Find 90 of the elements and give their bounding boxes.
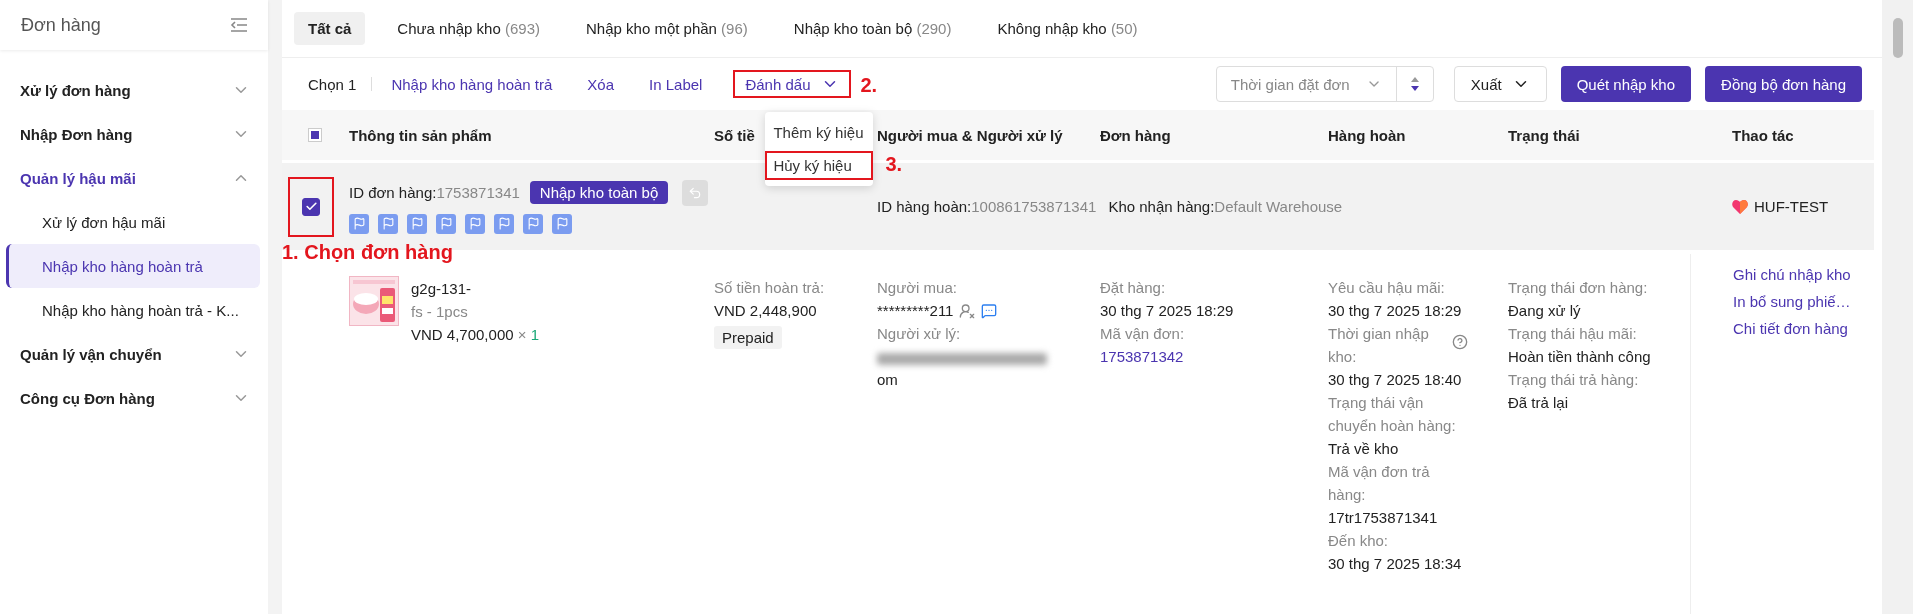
- order-id: ID đơn hàng:1753871341: [349, 184, 520, 201]
- field-value: Hoàn tiền thành công: [1508, 347, 1652, 367]
- tab[interactable]: Không nhập kho (50): [983, 12, 1152, 45]
- sort-icon[interactable]: [1410, 77, 1419, 91]
- help-icon[interactable]: [1452, 334, 1468, 350]
- toolbar-link[interactable]: Nhập kho hàng hoàn trả: [387, 72, 557, 96]
- field-value: om: [877, 370, 899, 390]
- user-blocked-icon[interactable]: [959, 302, 976, 319]
- annotation-label: 3.: [885, 153, 903, 176]
- flag-icon[interactable]: [407, 213, 427, 234]
- check-icon: [304, 200, 318, 213]
- field-label: Yêu cầu hậu mãi:: [1328, 278, 1446, 298]
- field-label: Trạng thái hậu mãi:: [1508, 324, 1638, 344]
- flag-icon[interactable]: [378, 213, 398, 234]
- field-value: Đã trả lại: [1508, 393, 1570, 413]
- field-value: VND 2,448,900: [714, 301, 818, 321]
- warehouse: Kho nhận hàng:Default Warehouse: [1108, 198, 1343, 215]
- field-value: 17tr1753871341: [1328, 508, 1439, 528]
- flag-icon[interactable]: [523, 213, 543, 234]
- action-link[interactable]: Chi tiết đơn hàng: [1733, 320, 1874, 337]
- flag-icon[interactable]: [465, 213, 485, 234]
- field-label: Trạng thái đơn hàng:: [1508, 278, 1649, 298]
- sidebar-title: Đơn hàng: [21, 14, 101, 36]
- tracking-link[interactable]: 1753871342: [1100, 345, 1328, 368]
- product-price: VND 4,700,000 × 1: [411, 326, 540, 343]
- field-label: Đặt hàng:: [1100, 278, 1167, 298]
- mark-dropdown[interactable]: Đánh dấu: [733, 70, 851, 98]
- menu-item[interactable]: Xử lý đơn hàng: [6, 68, 268, 112]
- flag-icon[interactable]: [494, 213, 514, 234]
- field-label: Trạng thái trả hàng:: [1508, 370, 1640, 390]
- field-value: Trả về kho: [1328, 439, 1400, 459]
- column-header: Thông tin sản phẩm: [349, 126, 492, 144]
- product-variant: fs - 1pcs: [411, 303, 469, 320]
- field-label: Mã vận đơn trả hàng:: [1328, 462, 1431, 505]
- field-value: 30 thg 7 2025 18:29: [1100, 301, 1235, 321]
- column-header: Thao tác: [1731, 126, 1794, 144]
- menu-item[interactable]: Quản lý hậu mãi: [6, 156, 268, 200]
- field-label: Số tiền hoàn trả:: [714, 278, 826, 298]
- column-header: Hàng hoàn: [1328, 126, 1406, 144]
- action-button[interactable]: Đồng bộ đơn hàng: [1705, 66, 1862, 102]
- tab[interactable]: Chưa nhập kho (693): [383, 12, 554, 45]
- menu-option[interactable]: Thêm ký hiệu: [765, 118, 874, 147]
- field-value: *********211: [877, 301, 954, 321]
- heart-icon: [1732, 199, 1748, 214]
- submenu-item[interactable]: Xử lý đơn hậu mãi: [6, 200, 260, 244]
- tab[interactable]: Nhập kho một phần (96): [572, 12, 762, 45]
- field-label: Mã vận đơn:: [1100, 324, 1186, 344]
- submenu-item[interactable]: Nhập kho hàng hoàn trả: [6, 244, 260, 288]
- chat-icon[interactable]: [981, 302, 998, 319]
- menu-item[interactable]: Nhập Đơn hàng: [6, 112, 268, 156]
- field-value: 30 thg 7 2025 18:40: [1328, 370, 1463, 390]
- action-button[interactable]: Quét nhập kho: [1560, 66, 1692, 102]
- column-header: Trạng thái: [1508, 126, 1580, 144]
- annotation-label: 2.: [860, 74, 878, 97]
- menu-item[interactable]: Công cụ Đơn hàng: [6, 376, 268, 420]
- tab[interactable]: Nhập kho toàn bộ (290): [779, 12, 966, 45]
- field-label: Đến kho:: [1328, 531, 1390, 551]
- action-link[interactable]: Ghi chú nhập kho: [1733, 266, 1874, 283]
- tab[interactable]: Tất cả: [294, 12, 366, 45]
- field-value: 30 thg 7 2025 18:29: [1328, 301, 1463, 321]
- toolbar-link[interactable]: Xóa: [583, 72, 619, 96]
- action-link[interactable]: In bổ sung phiế…: [1733, 293, 1874, 310]
- flag-icon[interactable]: [349, 213, 369, 234]
- status-badge: Nhập kho toàn bộ: [529, 181, 669, 204]
- field-label: Thời gian nhập kho:: [1328, 324, 1430, 367]
- menu-item[interactable]: Quản lý vận chuyển: [6, 332, 268, 376]
- field-label: Người xử lý:: [877, 324, 962, 344]
- return-id: ID hàng hoàn:100861753871341: [877, 198, 1097, 215]
- select-all-checkbox[interactable]: [308, 128, 322, 142]
- field-value: Đang xử lý: [1508, 301, 1582, 321]
- field-value: 30 thg 7 2025 18:34: [1328, 554, 1463, 574]
- shop-name: HUF-TEST: [1754, 198, 1829, 215]
- field-label: Người mua:: [877, 278, 958, 298]
- field-label: Trạng thái vận chuyển hoàn hàng:: [1328, 393, 1457, 436]
- export-dropdown[interactable]: Xuất: [1453, 66, 1547, 102]
- payment-tag: Prepaid: [714, 326, 782, 349]
- collapse-menu-icon[interactable]: [230, 18, 248, 32]
- return-button[interactable]: [682, 179, 709, 206]
- column-header: Người mua & Người xử lý: [877, 126, 1063, 144]
- product-name: g2g-131-: [411, 280, 473, 297]
- flag-icon[interactable]: [552, 213, 572, 234]
- annotation-label: 1. Chọn đơn hàng: [282, 240, 453, 264]
- toolbar-link[interactable]: In Label: [645, 72, 707, 96]
- row-checkbox[interactable]: [302, 197, 320, 216]
- selection-count: Chọn 1: [308, 75, 357, 93]
- return-arrow-icon: [688, 185, 703, 200]
- submenu-item[interactable]: Nhập kho hàng hoàn trả - K...: [6, 288, 260, 332]
- flag-icon[interactable]: [436, 213, 456, 234]
- column-header: Số tiề: [714, 126, 755, 144]
- column-header: Đơn hàng: [1100, 126, 1171, 144]
